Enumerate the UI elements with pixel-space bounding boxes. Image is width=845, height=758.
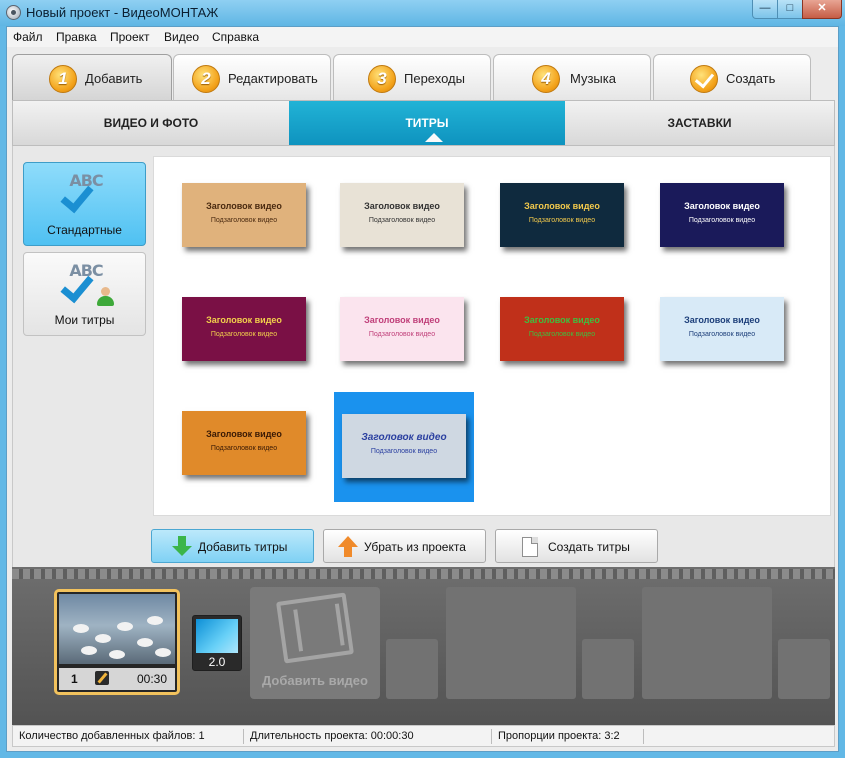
menu-edit[interactable]: Правка xyxy=(56,30,97,44)
title-thumbnail: Заголовок видео Подзаголовок видео xyxy=(500,297,624,361)
transition-thumbnail xyxy=(196,619,238,653)
subtab-intros[interactable]: ЗАСТАВКИ xyxy=(565,101,834,145)
arrow-down-icon xyxy=(172,536,192,558)
abc-check-icon: ABC xyxy=(60,171,112,217)
title-template[interactable]: Заголовок видео Подзаголовок видео xyxy=(482,271,624,381)
tab-transitions[interactable]: 3 Переходы xyxy=(333,54,491,100)
category-label: Стандартные xyxy=(47,223,122,237)
empty-transition-slot[interactable] xyxy=(386,639,438,699)
title-template[interactable]: Заголовок видео Подзаголовок видео xyxy=(164,385,306,495)
tab-add[interactable]: 1 Добавить xyxy=(12,54,172,102)
timeline-clip[interactable]: 1 00:30 xyxy=(54,589,180,695)
category-my-titles[interactable]: ABC Мои титры xyxy=(23,252,146,336)
tab-music[interactable]: 4 Музыка xyxy=(493,54,651,100)
tab-label: Добавить xyxy=(85,71,143,86)
category-label: Мои титры xyxy=(54,313,115,327)
subtab-video-photo[interactable]: ВИДЕО И ФОТО xyxy=(13,101,289,145)
title-thumbnail: Заголовок видео Подзаголовок видео xyxy=(660,183,784,247)
title-thumbnail: Заголовок видео Подзаголовок видео xyxy=(340,297,464,361)
title-template-selected[interactable]: Заголовок видео Подзаголовок видео xyxy=(334,392,474,502)
add-titles-button[interactable]: Добавить титры xyxy=(151,529,314,563)
menu-file[interactable]: Файл xyxy=(13,30,43,44)
tab-label: Переходы xyxy=(404,71,465,86)
tab-create[interactable]: Создать xyxy=(653,54,811,100)
status-files-count: Количество добавленных файлов: 1 xyxy=(19,730,205,742)
title-thumbnail: Заголовок видео Подзаголовок видео xyxy=(182,183,306,247)
empty-transition-slot[interactable] xyxy=(778,639,830,699)
subtab-bar: ВИДЕО И ФОТО ТИТРЫ ЗАСТАВКИ xyxy=(12,100,835,146)
title-thumbnail: Заголовок видео Подзаголовок видео xyxy=(182,297,306,361)
menu-project[interactable]: Проект xyxy=(110,30,150,44)
title-template[interactable]: Заголовок видео Подзаголовок видео xyxy=(322,157,464,267)
title-thumbnail: Заголовок видео Подзаголовок видео xyxy=(660,297,784,361)
timeline: 1 00:30 2.0 Добавить видео xyxy=(12,567,835,725)
clip-duration: 00:30 xyxy=(136,672,167,686)
menu-help[interactable]: Справка xyxy=(212,30,259,44)
title-thumbnail: Заголовок видео Подзаголовок видео xyxy=(500,183,624,247)
empty-clip-slot[interactable] xyxy=(642,587,772,699)
tab-number-icon: 1 xyxy=(49,65,77,93)
status-project-duration: Длительность проекта: 00:00:30 xyxy=(250,730,414,742)
app-icon xyxy=(6,5,21,20)
title-thumbnail: Заголовок видео Подзаголовок видео xyxy=(342,414,466,478)
menu-video[interactable]: Видео xyxy=(164,30,199,44)
tab-number-icon: 3 xyxy=(368,65,396,93)
tab-label: Создать xyxy=(726,71,776,86)
title-bar: Новый проект - ВидеоМОНТАЖ — □ ✕ xyxy=(0,0,845,26)
title-template[interactable]: Заголовок видео Подзаголовок видео xyxy=(642,157,784,267)
title-thumbnail: Заголовок видео Подзаголовок видео xyxy=(182,411,306,475)
titles-gallery: Заголовок видео Подзаголовок видео Загол… xyxy=(153,156,831,516)
window-title: Новый проект - ВидеоМОНТАЖ xyxy=(26,5,219,20)
title-template[interactable]: Заголовок видео Подзаголовок видео xyxy=(322,271,464,381)
titles-panel: ABC Стандартные ABC Мои титры Заголовок … xyxy=(12,146,835,570)
status-bar: Количество добавленных файлов: 1 Длитель… xyxy=(12,725,835,747)
title-template[interactable]: Заголовок видео Подзаголовок видео xyxy=(164,271,306,381)
tab-edit[interactable]: 2 Редактировать xyxy=(173,54,331,100)
maximize-button[interactable]: □ xyxy=(777,0,803,19)
category-standard[interactable]: ABC Стандартные xyxy=(23,162,146,246)
minimize-button[interactable]: — xyxy=(752,0,778,19)
abc-user-icon: ABC xyxy=(60,261,114,307)
film-icon xyxy=(276,592,354,664)
remove-from-project-button[interactable]: Убрать из проекта xyxy=(323,529,486,563)
transition-duration: 2.0 xyxy=(208,655,226,669)
title-template[interactable]: Заголовок видео Подзаголовок видео xyxy=(164,157,306,267)
document-icon xyxy=(522,537,538,557)
title-thumbnail: Заголовок видео Подзаголовок видео xyxy=(340,183,464,247)
film-strip-decoration xyxy=(12,569,835,579)
arrow-up-icon xyxy=(338,536,358,558)
clip-number: 1 xyxy=(71,672,78,686)
add-video-label: Добавить видео xyxy=(262,673,368,688)
tab-label: Музыка xyxy=(570,71,616,86)
transition-block[interactable]: 2.0 xyxy=(192,615,242,671)
menu-bar: Файл Правка Проект Видео Справка xyxy=(7,27,838,47)
active-tab-indicator xyxy=(425,133,443,142)
add-video-slot[interactable]: Добавить видео xyxy=(250,587,380,699)
status-project-ratio: Пропорции проекта: 3:2 xyxy=(498,730,620,742)
title-template[interactable]: Заголовок видео Подзаголовок видео xyxy=(482,157,624,267)
create-titles-button[interactable]: Создать титры xyxy=(495,529,658,563)
close-button[interactable]: ✕ xyxy=(802,0,842,19)
empty-transition-slot[interactable] xyxy=(582,639,634,699)
clip-thumbnail xyxy=(59,594,175,664)
tab-number-icon: 2 xyxy=(192,65,220,93)
checkmark-icon xyxy=(690,65,718,93)
empty-clip-slot[interactable] xyxy=(446,587,576,699)
pencil-icon[interactable] xyxy=(95,671,109,685)
title-template[interactable]: Заголовок видео Подзаголовок видео xyxy=(642,271,784,381)
tab-label: Редактировать xyxy=(228,71,318,86)
app-window: Файл Правка Проект Видео Справка 1 Добав… xyxy=(6,26,839,752)
tab-number-icon: 4 xyxy=(532,65,560,93)
clip-info-bar: 1 00:30 xyxy=(59,668,175,690)
